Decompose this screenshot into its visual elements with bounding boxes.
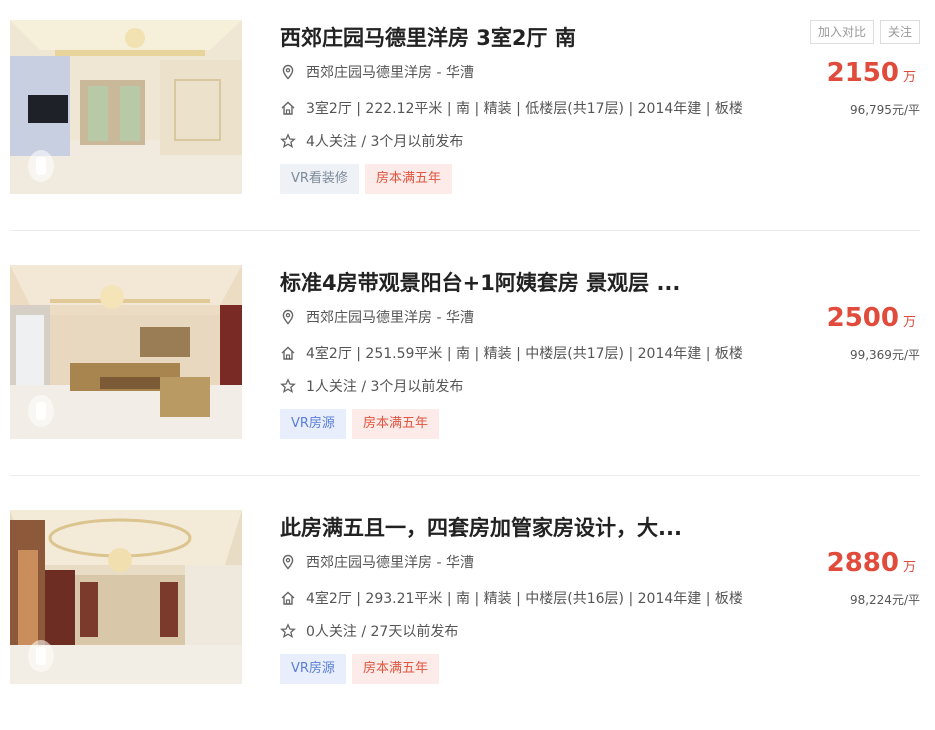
tag-five-years: 房本满五年 <box>364 164 452 194</box>
tag-vr[interactable]: VR房源 <box>280 409 346 439</box>
tag-list: VR房源 房本满五年 <box>280 409 445 439</box>
location-text[interactable]: 西郊庄园马德里洋房 - 华漕 <box>306 310 474 326</box>
listing-card: 标准4房带观景阳台+1阿姨套房 景观层 ... 西郊庄园马德里洋房 - 华漕 4… <box>0 265 935 485</box>
follow-info-row: 0人关注 / 27天以前发布 <box>280 621 458 641</box>
listing-photo[interactable] <box>10 20 242 194</box>
vr-badge-icon <box>28 395 54 427</box>
house-info-row: 3室2厅 | 222.12平米 | 南 | 精装 | 低楼层(共17层) | 2… <box>280 98 743 118</box>
follow-info-row: 1人关注 / 3个月以前发布 <box>280 376 463 396</box>
follow-info-text: 0人关注 / 27天以前发布 <box>306 624 459 640</box>
price-unit: 万 <box>902 315 916 330</box>
unit-price: 96,795元/平 <box>849 103 920 117</box>
star-icon <box>280 623 296 639</box>
listing-title[interactable]: 此房满五且一，四套房加管家房设计，大... <box>280 512 750 542</box>
listing-title[interactable]: 西郊庄园马德里洋房 3室2厅 南 <box>280 22 750 52</box>
vr-badge-icon <box>28 640 54 672</box>
house-icon <box>280 590 296 606</box>
follow-info-row: 4人关注 / 3个月以前发布 <box>280 131 463 151</box>
tag-five-years: 房本满五年 <box>351 654 439 684</box>
price-value: 2500 <box>826 303 899 333</box>
divider <box>10 230 920 231</box>
listing-actions: 加入对比 关注 <box>804 20 920 44</box>
location-row: 西郊庄园马德里洋房 - 华漕 <box>280 307 474 327</box>
house-info-text: 4室2厅 | 293.21平米 | 南 | 精装 | 中楼层(共16层) | 2… <box>306 591 743 607</box>
follow-info-text: 4人关注 / 3个月以前发布 <box>306 134 464 150</box>
location-text[interactable]: 西郊庄园马德里洋房 - 华漕 <box>306 65 474 81</box>
tag-vr[interactable]: VR房源 <box>280 654 346 684</box>
tag-list: VR看装修 房本满五年 <box>280 164 458 194</box>
location-row: 西郊庄园马德里洋房 - 华漕 <box>280 552 474 572</box>
tag-list: VR房源 房本满五年 <box>280 654 445 684</box>
unit-price: 98,224元/平 <box>849 593 920 607</box>
total-price: 2150 万 <box>827 58 916 88</box>
house-icon <box>280 345 296 361</box>
location-text[interactable]: 西郊庄园马德里洋房 - 华漕 <box>306 555 474 571</box>
total-price: 2500 万 <box>827 303 916 333</box>
star-icon <box>280 133 296 149</box>
price-unit: 万 <box>902 70 916 85</box>
total-price: 2880 万 <box>827 548 916 578</box>
house-info-row: 4室2厅 | 293.21平米 | 南 | 精装 | 中楼层(共16层) | 2… <box>280 588 743 608</box>
location-pin-icon <box>280 64 296 80</box>
listing-photo[interactable] <box>10 265 242 439</box>
house-icon <box>280 100 296 116</box>
location-pin-icon <box>280 554 296 570</box>
vr-badge-icon <box>28 150 54 182</box>
house-info-text: 4室2厅 | 251.59平米 | 南 | 精装 | 中楼层(共17层) | 2… <box>306 346 743 362</box>
add-compare-button[interactable]: 加入对比 <box>809 20 874 44</box>
follow-info-text: 1人关注 / 3个月以前发布 <box>306 379 464 395</box>
price-unit: 万 <box>902 560 916 575</box>
listing-photo[interactable] <box>10 510 242 684</box>
house-info-text: 3室2厅 | 222.12平米 | 南 | 精装 | 低楼层(共17层) | 2… <box>306 101 743 117</box>
location-pin-icon <box>280 309 296 325</box>
unit-price: 99,369元/平 <box>849 348 920 362</box>
follow-button[interactable]: 关注 <box>879 20 920 44</box>
house-info-row: 4室2厅 | 251.59平米 | 南 | 精装 | 中楼层(共17层) | 2… <box>280 343 743 363</box>
listing-title[interactable]: 标准4房带观景阳台+1阿姨套房 景观层 ... <box>280 267 750 297</box>
star-icon <box>280 378 296 394</box>
divider <box>10 475 920 476</box>
location-row: 西郊庄园马德里洋房 - 华漕 <box>280 62 474 82</box>
price-value: 2150 <box>826 58 899 88</box>
tag-vr-decoration[interactable]: VR看装修 <box>280 164 359 194</box>
listing-card: 此房满五且一，四套房加管家房设计，大... 西郊庄园马德里洋房 - 华漕 4室2… <box>0 510 935 730</box>
tag-five-years: 房本满五年 <box>351 409 439 439</box>
price-value: 2880 <box>826 548 899 578</box>
listing-card: 西郊庄园马德里洋房 3室2厅 南 西郊庄园马德里洋房 - 华漕 3室2厅 | 2… <box>0 20 935 240</box>
